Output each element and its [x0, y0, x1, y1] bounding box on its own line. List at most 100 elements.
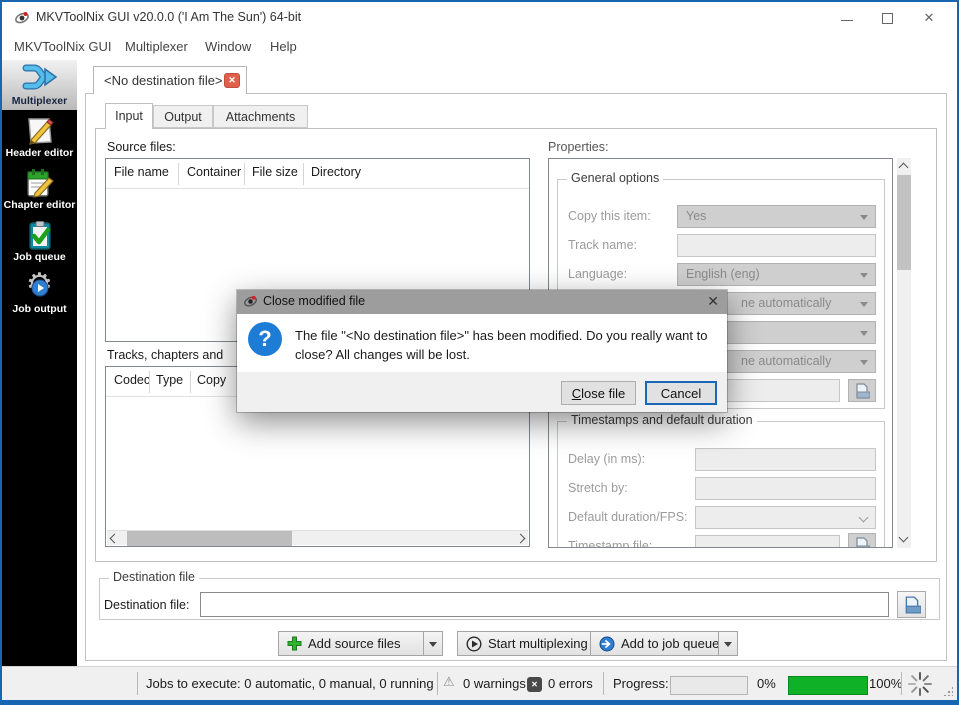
document-tab-label: <No destination file>: [104, 73, 223, 88]
dialog-title-bar[interactable]: Close modified file ✕: [237, 290, 727, 314]
play-overlay-icon: [31, 279, 48, 297]
stretch-by-label: Stretch by:: [568, 481, 628, 495]
window-title: MKVToolNix GUI v20.0.0 ('I Am The Sun') …: [36, 10, 302, 24]
dialog-message-line1: The file "<No destination file>" has bee…: [295, 328, 708, 343]
timestamps-group: Timestamps and default duration Delay (i…: [557, 413, 885, 548]
sidebar-item-chapter-editor[interactable]: Chapter editor: [2, 164, 77, 214]
sidebar-item-label: Header editor: [5, 147, 74, 159]
timestamp-file-field: [695, 535, 840, 547]
timestamps-title: Timestamps and default duration: [567, 413, 757, 427]
scroll-down-icon[interactable]: [898, 532, 909, 543]
track-name-label: Track name:: [568, 238, 638, 252]
spinner-icon: [908, 672, 932, 696]
scrollbar-thumb[interactable]: [897, 175, 911, 270]
scroll-up-icon[interactable]: [898, 162, 909, 173]
error-icon: ✕: [527, 677, 542, 692]
sidebar-item-label: Multiplexer: [11, 95, 68, 107]
document-tab-close-icon[interactable]: ✕: [224, 73, 240, 88]
dialog-footer: Close file Cancel: [237, 372, 727, 412]
dialog-message: The file "<No destination file>" has bee…: [295, 326, 707, 364]
sidebar-item-header-editor[interactable]: Header editor: [2, 112, 77, 162]
destination-browse-button[interactable]: [897, 591, 926, 618]
dialog-close-icon[interactable]: ✕: [707, 293, 719, 310]
tags-browse-button: [848, 379, 876, 402]
header-editor-icon: [27, 118, 54, 145]
scrollbar-thumb[interactable]: [127, 531, 292, 546]
app-icon: [244, 295, 257, 307]
add-to-job-queue-button[interactable]: Add to job queue: [590, 631, 738, 656]
properties-vertical-scrollbar[interactable]: [897, 158, 911, 548]
scroll-right-icon[interactable]: [515, 533, 526, 544]
delay-label: Delay (in ms):: [568, 452, 646, 466]
warnings-count: 0 warnings: [463, 676, 526, 691]
menu-help[interactable]: Help: [266, 37, 301, 56]
stretch-by-field: [695, 477, 876, 500]
column-header-file-name[interactable]: File name: [114, 165, 169, 179]
menu-bar: MKVToolNix GUI Multiplexer Window Help: [2, 32, 957, 60]
document-tab[interactable]: <No destination file> ✕: [93, 66, 247, 94]
tracks-horizontal-scrollbar[interactable]: [107, 530, 528, 546]
job-queue-icon: [28, 221, 51, 250]
menu-multiplexer[interactable]: Multiplexer: [121, 37, 192, 56]
errors-count: 0 errors: [548, 676, 593, 691]
tab-attachments[interactable]: Attachments: [213, 105, 308, 128]
cancel-button[interactable]: Cancel: [645, 381, 717, 405]
close-file-button[interactable]: Close file: [561, 381, 636, 405]
column-header-type[interactable]: Type: [156, 373, 183, 387]
question-icon: ?: [248, 322, 282, 356]
column-header-file-size[interactable]: File size: [252, 165, 298, 179]
column-header-container[interactable]: Container: [187, 165, 241, 179]
column-header-copy[interactable]: Copy: [197, 373, 226, 387]
maximize-button[interactable]: [872, 8, 902, 28]
track-name-field: [677, 234, 876, 257]
close-modified-file-dialog: Close modified file ✕ ? The file "<No de…: [237, 290, 727, 412]
destination-file-input[interactable]: [200, 592, 889, 617]
current-progress-bar: [670, 676, 748, 695]
default-duration-combo: [695, 506, 876, 529]
tool-sidebar: Multiplexer Header editor Chapter editor: [2, 60, 77, 666]
tab-input[interactable]: Input: [105, 103, 153, 129]
column-header-directory[interactable]: Directory: [311, 165, 361, 179]
tracks-label: Tracks, chapters and: [107, 348, 224, 362]
menu-window[interactable]: Window: [201, 37, 255, 56]
add-source-files-dropdown[interactable]: [423, 632, 442, 655]
timestamp-file-label: Timestamp file:: [568, 539, 653, 548]
dialog-body: ? The file "<No destination file>" has b…: [237, 314, 727, 372]
jobs-status: Jobs to execute: 0 automatic, 0 manual, …: [146, 676, 434, 691]
resize-grip[interactable]: [943, 686, 953, 696]
chevron-down-icon: [860, 215, 868, 220]
scroll-left-icon[interactable]: [109, 533, 120, 544]
multiplexer-merge-icon: [22, 64, 57, 90]
mkvtoolnix-window: MKVToolNix GUI v20.0.0 ('I Am The Sun') …: [0, 0, 959, 705]
sidebar-item-multiplexer[interactable]: Multiplexer: [2, 60, 77, 110]
add-to-job-queue-dropdown[interactable]: [718, 632, 737, 655]
destination-file-label: Destination file:: [104, 598, 190, 612]
sidebar-item-label: Job output: [12, 303, 67, 315]
play-icon: [466, 635, 482, 652]
language-select: English (eng): [677, 263, 876, 286]
menu-mkvtoolnix-gui[interactable]: MKVToolNix GUI: [10, 37, 116, 56]
file-icon: [856, 383, 871, 399]
chevron-down-icon: [860, 302, 868, 307]
file-icon: [905, 596, 922, 614]
chevron-down-icon: [860, 360, 868, 365]
title-bar: MKVToolNix GUI v20.0.0 ('I Am The Sun') …: [2, 2, 957, 32]
default-duration-label: Default duration/FPS:: [568, 510, 688, 524]
minimize-button[interactable]: [832, 8, 862, 28]
properties-label: Properties:: [548, 140, 609, 154]
delay-field: [695, 448, 876, 471]
source-files-label: Source files:: [107, 140, 176, 154]
column-header-codec[interactable]: Codec: [114, 373, 150, 387]
total-progress-value: 100%: [869, 676, 903, 691]
sidebar-item-job-queue[interactable]: Job queue: [2, 216, 77, 266]
tab-output[interactable]: Output: [153, 105, 213, 128]
close-button[interactable]: ✕: [914, 8, 944, 28]
add-source-files-button[interactable]: Add source files: [278, 631, 443, 656]
sidebar-item-job-output[interactable]: ⚙ Job output: [2, 267, 77, 318]
progress-label: Progress:: [613, 676, 669, 691]
copy-item-label: Copy this item:: [568, 209, 651, 223]
general-options-title: General options: [567, 171, 664, 185]
sidebar-item-label: Job queue: [13, 251, 66, 263]
sidebar-item-label: Chapter editor: [3, 199, 76, 211]
dialog-message-line2: close? All changes will be lost.: [295, 347, 470, 362]
